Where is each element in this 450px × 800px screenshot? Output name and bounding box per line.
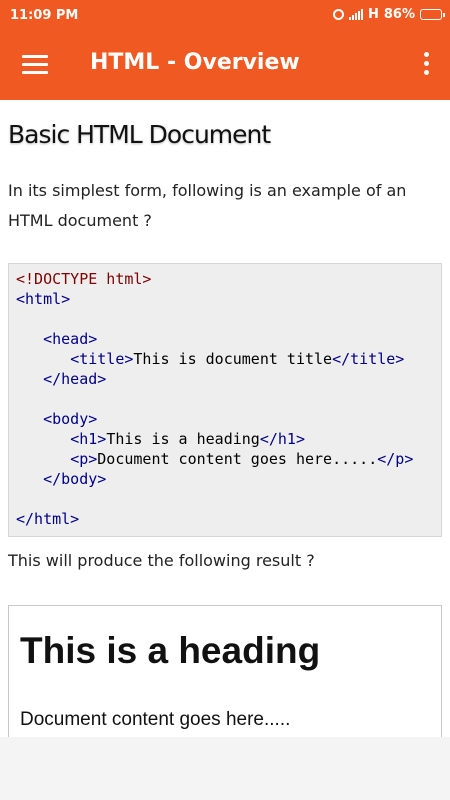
code-text: This is a heading xyxy=(106,430,260,448)
section-heading: Basic HTML Document xyxy=(8,120,271,149)
intro-text: In its simplest form, following is an ex… xyxy=(8,181,407,230)
code-line: </head> xyxy=(16,369,441,389)
code-line: </body> xyxy=(16,469,441,489)
code-line: <h1>This is a heading</h1> xyxy=(16,429,441,449)
code-tag: <html> xyxy=(16,290,71,308)
status-time: 11:09 PM xyxy=(10,8,79,23)
result-paragraph: Document content goes here..... xyxy=(20,709,291,730)
code-line: <!DOCTYPE html> xyxy=(16,269,441,289)
code-line: <body> xyxy=(16,409,441,429)
status-bar: 11:09 PM H 86% xyxy=(0,0,450,30)
code-line: <title>This is document title</title> xyxy=(16,349,441,369)
code-tag: </title> xyxy=(332,350,405,368)
code-tag: </h1> xyxy=(259,430,305,448)
result-preview: This is a heading Document content goes … xyxy=(8,605,442,737)
bottom-area xyxy=(0,737,450,800)
code-tag: </head> xyxy=(43,370,107,388)
code-line: <head> xyxy=(16,329,441,349)
code-tag: <h1> xyxy=(70,430,107,448)
code-line: </html> xyxy=(16,509,441,529)
network-type: H xyxy=(367,7,379,22)
result-label: This will produce the following result ? xyxy=(8,551,315,570)
code-tag: <title> xyxy=(70,350,134,368)
battery-icon xyxy=(420,9,445,20)
page-title: HTML - Overview xyxy=(90,50,300,75)
battery-percent: 86% xyxy=(383,7,415,22)
code-tag: <!DOCTYPE html> xyxy=(16,270,152,288)
menu-icon[interactable] xyxy=(22,55,48,75)
code-tag: <head> xyxy=(43,330,98,348)
code-text: Document content goes here..... xyxy=(97,450,378,468)
code-text: This is document title xyxy=(133,350,333,368)
signal-icon xyxy=(348,9,363,20)
content-area[interactable]: Basic HTML Document In its simplest form… xyxy=(0,100,450,737)
code-line: <p>Document content goes here.....</p> xyxy=(16,449,441,469)
code-line: <html> xyxy=(16,289,441,309)
status-icons: H 86% xyxy=(332,7,445,22)
code-tag: </html> xyxy=(16,510,80,528)
alarm-icon xyxy=(332,9,344,20)
code-tag: <p> xyxy=(70,450,98,468)
code-tag: </p> xyxy=(377,450,414,468)
code-tag: <body> xyxy=(43,410,98,428)
result-heading: This is a heading xyxy=(20,630,321,671)
app-bar: HTML - Overview xyxy=(0,30,450,100)
code-tag: </body> xyxy=(43,470,107,488)
code-block: <!DOCTYPE html> <html> <head> <title>This… xyxy=(8,263,442,537)
more-vert-icon[interactable] xyxy=(424,52,430,78)
